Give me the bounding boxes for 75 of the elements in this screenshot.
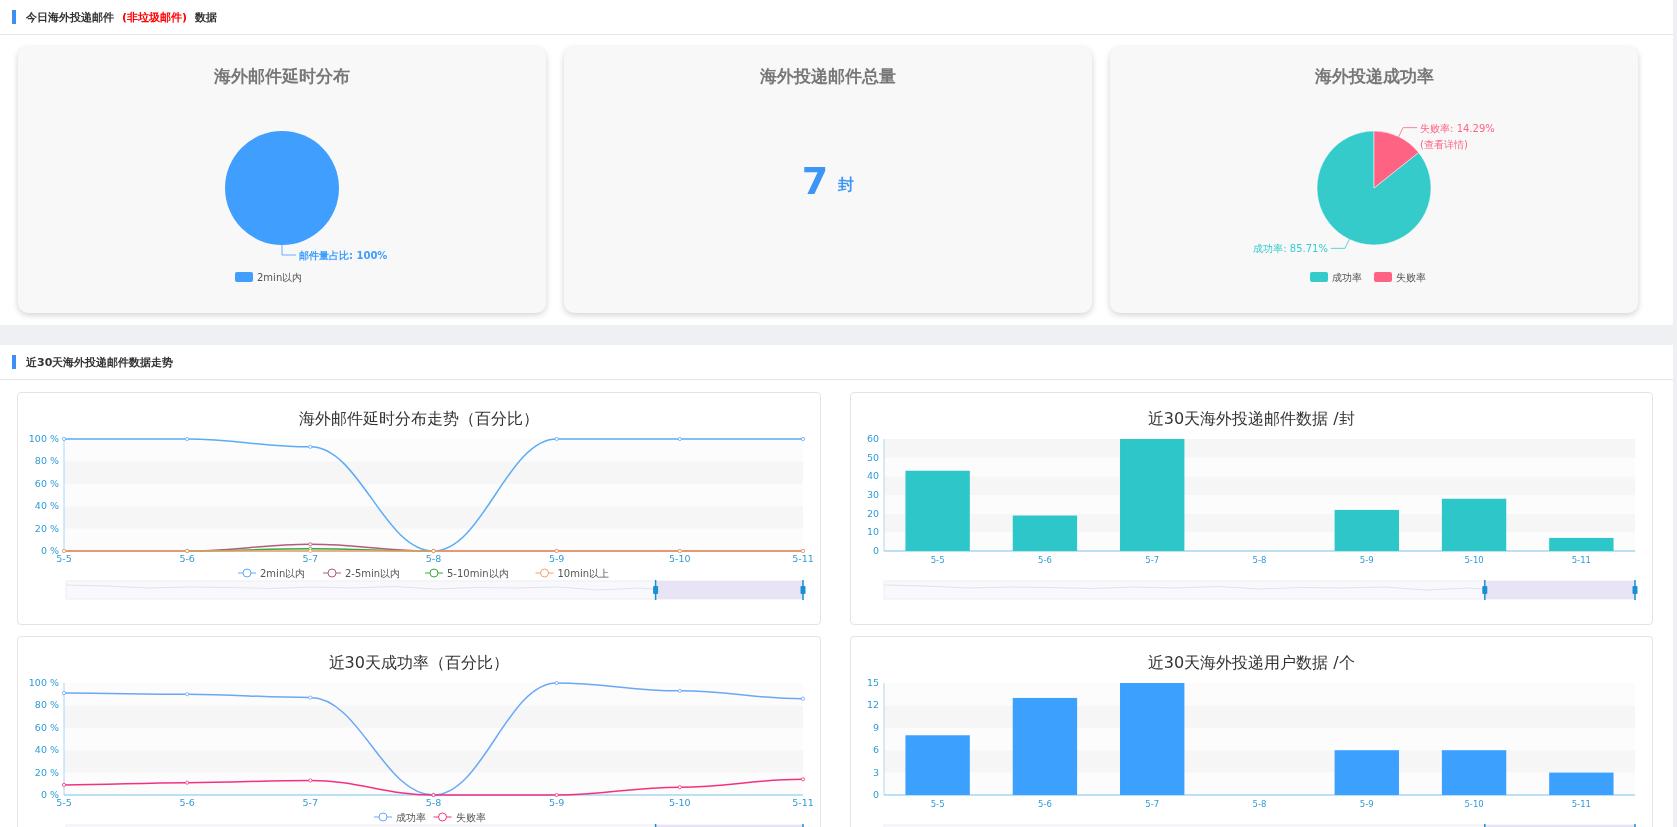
axis-label: 5-6 (1038, 799, 1053, 809)
axis-label: 5-9 (1360, 555, 1374, 565)
slice-label: 成功率: 85.71% (1253, 243, 1328, 255)
chart-title: 海外邮件延时分布走势（百分比） (298, 409, 539, 430)
axis-label: 12 (867, 699, 880, 711)
axis-label: 5-9 (548, 797, 565, 808)
axis-label: 60 % (34, 721, 59, 733)
axis-label: 5-10 (668, 553, 691, 564)
section-title-suffix: 数据 (195, 9, 218, 25)
axis-label: 80 % (34, 455, 59, 467)
axis-label: 5-5 (930, 555, 945, 565)
card-title: 海外投递邮件总量 (760, 65, 896, 88)
legend-label: 2-5min以内 (344, 568, 400, 579)
section-note: (非垃圾邮件) (122, 9, 188, 25)
axis-label: 5-11 (1571, 799, 1592, 809)
legend-label: 2min以内 (259, 568, 305, 579)
axis-label: 5-8 (425, 797, 441, 808)
axis-label: 0 (873, 545, 880, 556)
axis-label: 5-11 (791, 553, 814, 564)
chart-title: 近30天海外投递邮件数据 /封 (1147, 409, 1355, 430)
axis-label: 0 (873, 789, 880, 800)
axis-label: 5-7 (302, 553, 318, 564)
axis-label: 5-6 (179, 797, 195, 808)
axis-label: 3 (873, 766, 880, 778)
chart-title: 近30天海外投递用户数据 /个 (1147, 653, 1355, 674)
axis-label: 5-10 (1464, 799, 1484, 809)
axis-label: 15 (867, 678, 880, 688)
slice-label: 失败率: 14.29% (1420, 122, 1495, 134)
axis-label: 5-7 (1145, 799, 1160, 809)
chart-title: 近30天成功率（百分比） (328, 653, 509, 674)
axis-label: 10 (867, 526, 880, 538)
legend-label: 成功率 (395, 812, 426, 823)
axis-label: 5-5 (56, 797, 72, 808)
axis-label: 5-9 (548, 553, 565, 564)
axis-label: 40 % (34, 744, 59, 756)
axis-label: 60 % (34, 477, 59, 489)
axis-label: 6 (873, 744, 880, 756)
slice-label: 邮件量占比: 100% (299, 250, 388, 261)
axis-label: 100 % (28, 678, 59, 688)
axis-label: 5-7 (302, 797, 318, 808)
axis-label: 0 % (40, 545, 59, 556)
axis-label: 60 (867, 434, 880, 444)
axis-label: 5-8 (1252, 555, 1267, 565)
axis-label: 5-9 (1360, 799, 1374, 809)
axis-label: 40 % (34, 500, 59, 512)
axis-label: 9 (873, 721, 880, 733)
axis-label: 5-6 (179, 553, 195, 564)
section-title: 今日海外投递邮件 (26, 9, 114, 25)
axis-label: 80 % (34, 699, 59, 711)
axis-label: 50 (867, 451, 880, 463)
legend-label: 5-10min以内 (446, 568, 509, 579)
axis-label: 30 (867, 489, 880, 500)
legend-label: 失败率 (455, 812, 486, 823)
axis-label: 5-7 (1145, 555, 1160, 565)
axis-label: 5-10 (1464, 555, 1484, 565)
axis-label: 5-5 (56, 553, 72, 564)
card-title: 海外邮件延时分布 (214, 65, 350, 88)
axis-label: 5-10 (668, 797, 691, 808)
axis-label: 100 % (28, 434, 59, 444)
mail-count: 7 (801, 158, 829, 203)
count-unit: 封 (838, 175, 855, 196)
axis-label: 5-11 (791, 797, 814, 808)
axis-label: 40 (867, 470, 880, 482)
axis-label: 0 % (40, 789, 59, 800)
axis-label: 5-8 (425, 553, 441, 564)
axis-label: 5-6 (1038, 555, 1053, 565)
section-title: 近30天海外投递邮件数据走势 (26, 354, 174, 370)
axis-label: 5-5 (930, 799, 945, 809)
card-title: 海外投递成功率 (1314, 65, 1434, 88)
axis-label: 20 (867, 507, 880, 519)
axis-label: 5-8 (1252, 799, 1267, 809)
legend-label: 10min以上 (557, 568, 609, 579)
axis-label: 20 % (34, 522, 59, 534)
axis-label: 20 % (34, 766, 59, 778)
axis-label: 5-11 (1571, 555, 1592, 565)
